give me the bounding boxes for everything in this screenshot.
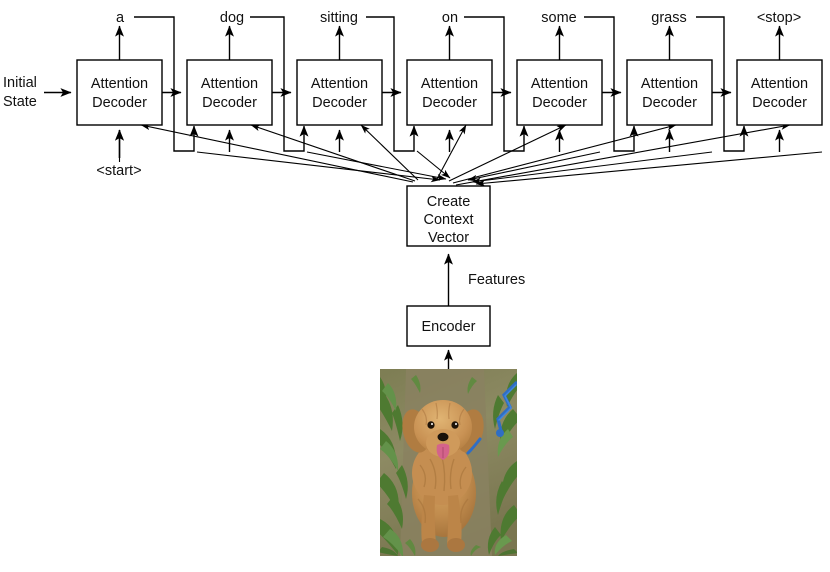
photo-artwork [380,369,517,556]
attention-query-stubs [115,129,784,158]
decoder-box-5[interactable]: Attention Decoder [516,59,603,126]
decoder-box-2[interactable]: Attention Decoder [186,59,273,126]
decoder-label-line1: Attention [91,76,148,92]
output-word-3: sitting [320,10,358,26]
decoder-label-line1: Attention [641,76,698,92]
decoder-label-line2: Decoder [92,95,147,111]
diagram-root: Attention Decoder Attention Decoder Atte… [0,0,830,572]
decoder-label-line1: Attention [751,76,808,92]
decoder-label-line1: Attention [531,76,588,92]
context-label-line3: Vector [428,230,469,246]
output-word-6: grass [651,10,686,26]
decoder-label-line1: Attention [421,76,478,92]
decoder-label-line2: Decoder [752,95,807,111]
decoder-box-3[interactable]: Attention Decoder [296,59,383,126]
input-image-photo [380,369,517,556]
initial-state-line1: Initial [3,75,37,91]
output-word-2: dog [220,10,244,26]
decoder-label-line2: Decoder [422,95,477,111]
encoder-label: Encoder [421,319,475,335]
decoder-label-line2: Decoder [642,95,697,111]
features-label: Features [468,272,525,288]
decoder-label-line2: Decoder [532,95,587,111]
decoder-label-line1: Attention [201,76,258,92]
output-word-4: on [442,10,458,26]
output-word-7: <stop> [757,10,801,26]
output-word-5: some [541,10,576,26]
output-word-1: a [116,10,125,26]
create-context-vector-box[interactable]: Create Context Vector [406,185,491,247]
encoder-box[interactable]: Encoder [406,305,491,347]
decoder-label-line1: Attention [311,76,368,92]
decoder-box-6[interactable]: Attention Decoder [626,59,713,126]
decoder-box-1[interactable]: Attention Decoder [76,59,163,126]
context-fanout-wires [140,123,791,186]
decoder-label-line2: Decoder [312,95,367,111]
start-token-label: <start> [96,163,141,179]
context-label-line2: Context [424,212,474,228]
initial-state-label: Initial State [3,75,37,110]
decoder-box-4[interactable]: Attention Decoder [406,59,493,126]
decoder-label-line2: Decoder [202,95,257,111]
initial-state-line2: State [3,94,37,110]
context-label-line1: Create [427,194,471,210]
decoder-box-7[interactable]: Attention Decoder [736,59,823,126]
